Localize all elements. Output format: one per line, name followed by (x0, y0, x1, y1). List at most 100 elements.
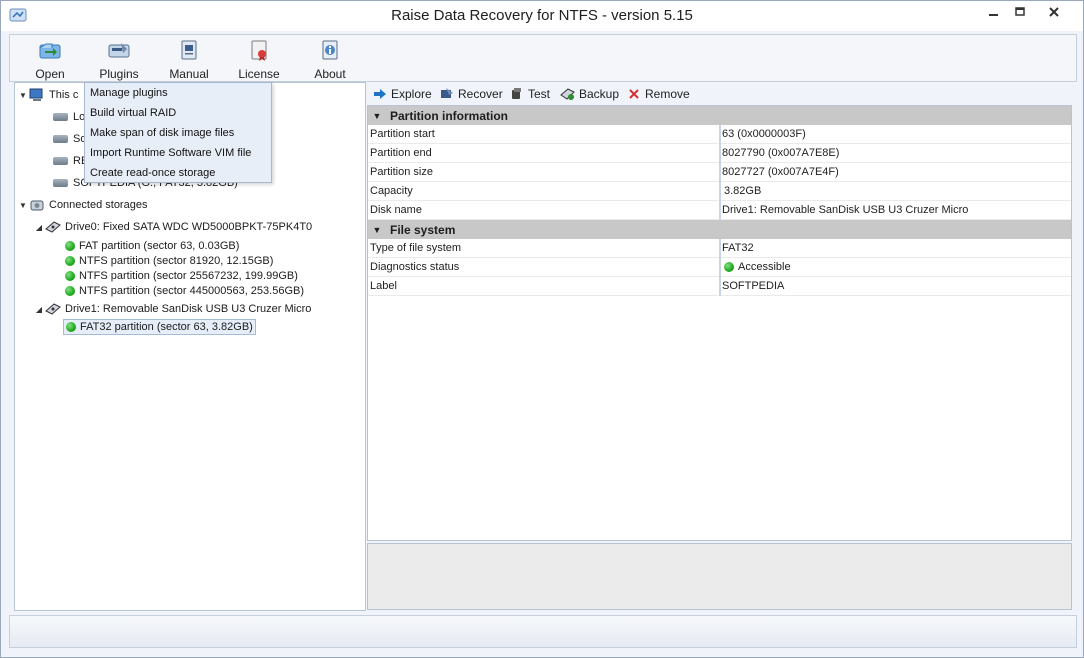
property-key: Label (370, 280, 397, 292)
plugins-button[interactable]: Plugins (88, 37, 150, 81)
status-ok-icon (65, 286, 75, 296)
backup-label: Backup (579, 87, 620, 101)
tree-node-drive1[interactable]: ◢ Drive1: Removable SanDisk USB U3 Cruze… (33, 301, 311, 317)
status-ok-icon (65, 241, 75, 251)
property-value: 8027790 (0x007A7E8E) (722, 147, 840, 159)
property-value: FAT32 (722, 242, 754, 254)
plugins-icon (107, 39, 131, 61)
partition-label: NTFS partition (sector 81920, 12.15GB) (79, 255, 274, 267)
title-bar: Raise Data Recovery for NTFS - version 5… (1, 1, 1083, 31)
recover-button[interactable]: Recover (439, 86, 503, 102)
tree-node-partition[interactable]: NTFS partition (sector 81920, 12.15GB) (65, 253, 273, 269)
tree-node-connected-storages[interactable]: ▼ Connected storages (17, 197, 147, 213)
property-row[interactable]: Label SOFTPEDIA (368, 277, 1071, 296)
open-label: Open (35, 67, 65, 81)
expand-arrow-icon[interactable]: ▼ (17, 91, 29, 100)
tree-node-local-3[interactable]: RE (53, 153, 88, 169)
remove-button[interactable]: Remove (626, 86, 690, 102)
property-key: Capacity (370, 185, 413, 197)
storages-icon (29, 198, 45, 212)
property-key: Diagnostics status (370, 261, 460, 273)
status-ok-icon (66, 322, 76, 332)
recover-icon (439, 87, 454, 101)
menu-item-create-read-once[interactable]: Create read-once storage (90, 164, 215, 182)
status-ok-icon (65, 271, 75, 281)
explore-label: Explore (391, 87, 432, 101)
this-computer-label: This c (49, 89, 79, 101)
hard-disk-icon (45, 302, 61, 316)
tree-node-local-2[interactable]: So (53, 131, 86, 147)
diagnostics-status-text: Accessible (738, 261, 791, 273)
property-row[interactable]: Type of file system FAT32 (368, 239, 1071, 258)
expand-arrow-icon[interactable]: ◢ (33, 223, 45, 232)
property-value: Drive1: Removable SanDisk USB U3 Cruzer … (722, 204, 969, 216)
property-key: Partition size (370, 166, 433, 178)
section-file-system[interactable]: ▼ File system (368, 220, 1071, 239)
tree-node-local-1[interactable]: Lo (53, 109, 85, 125)
property-row[interactable]: Diagnostics status Accessible (368, 258, 1071, 277)
section-partition-information[interactable]: ▼ Partition information (368, 106, 1071, 125)
manual-icon (177, 39, 201, 61)
app-window: Raise Data Recovery for NTFS - version 5… (0, 0, 1084, 658)
maximize-button[interactable] (1006, 1, 1034, 23)
partition-label: NTFS partition (sector 25567232, 199.99G… (79, 270, 298, 282)
open-button[interactable]: Open (19, 37, 81, 81)
property-row[interactable]: Partition end 8027790 (0x007A7E8E) (368, 144, 1071, 163)
property-row[interactable]: Disk name Drive1: Removable SanDisk USB … (368, 201, 1071, 220)
hard-disk-icon (45, 220, 61, 234)
status-ok-icon (724, 262, 734, 272)
backup-icon (560, 87, 575, 101)
tree-node-this-computer[interactable]: ▼ This c (17, 87, 78, 103)
menu-item-build-virtual-raid[interactable]: Build virtual RAID (90, 104, 176, 122)
tree-node-partition[interactable]: NTFS partition (sector 445000563, 253.56… (65, 283, 304, 299)
license-button[interactable]: License (228, 37, 290, 81)
close-button[interactable] (1031, 1, 1077, 23)
plugins-menu: Manage plugins Build virtual RAID Make s… (84, 82, 272, 183)
expand-arrow-icon[interactable]: ▼ (17, 201, 29, 210)
main-toolbar: Open Plugins Manual License About (9, 34, 1077, 82)
description-pane (367, 543, 1072, 610)
property-key: Disk name (370, 204, 422, 216)
manual-label: Manual (169, 67, 209, 81)
explore-button[interactable]: Explore (372, 86, 432, 102)
property-row[interactable]: Partition start 63 (0x0000003F) (368, 125, 1071, 144)
property-key: Type of file system (370, 242, 462, 254)
test-label: Test (528, 87, 551, 101)
tree-node-partition[interactable]: FAT partition (sector 63, 0.03GB) (65, 238, 239, 254)
collapse-arrow-icon[interactable]: ▼ (368, 111, 386, 121)
action-toolbar: Explore Recover Test Backup Remove (368, 84, 1076, 104)
about-button[interactable]: About (299, 37, 361, 81)
partition-label: NTFS partition (sector 445000563, 253.56… (79, 285, 305, 297)
drive1-label: Drive1: Removable SanDisk USB U3 Cruzer … (65, 303, 312, 315)
partition-label: FAT32 partition (sector 63, 3.82GB) (80, 321, 253, 333)
property-value: Accessible (722, 261, 791, 273)
tree-node-partition-selected[interactable]: FAT32 partition (sector 63, 3.82GB) (63, 319, 256, 335)
expand-arrow-icon[interactable]: ◢ (33, 305, 45, 314)
about-icon (318, 39, 342, 61)
drive-icon (53, 157, 68, 165)
drive-icon (53, 113, 68, 121)
manual-button[interactable]: Manual (158, 37, 220, 81)
tree-node-partition[interactable]: NTFS partition (sector 25567232, 199.99G… (65, 268, 298, 284)
menu-item-manage-plugins[interactable]: Manage plugins (90, 84, 168, 102)
collapse-arrow-icon[interactable]: ▼ (368, 225, 386, 235)
minimize-button[interactable] (980, 1, 1008, 23)
backup-button[interactable]: Backup (560, 86, 619, 102)
remove-label: Remove (645, 87, 690, 101)
section-title: File system (390, 222, 456, 237)
drive-icon (53, 135, 68, 143)
test-button[interactable]: Test (509, 86, 550, 102)
menu-item-import-vim[interactable]: Import Runtime Software VIM file (90, 144, 251, 162)
connected-storages-label: Connected storages (49, 199, 148, 211)
remove-x-icon (626, 87, 641, 101)
property-value: 8027727 (0x007A7E4F) (722, 166, 839, 178)
test-icon (509, 87, 524, 101)
property-key: Partition start (370, 128, 435, 140)
property-row[interactable]: Partition size 8027727 (0x007A7E4F) (368, 163, 1071, 182)
arrow-right-icon (372, 87, 387, 101)
property-value: 3.82GB (724, 185, 762, 197)
tree-node-drive0[interactable]: ◢ Drive0: Fixed SATA WDC WD5000BPKT-75PK… (33, 219, 312, 235)
recover-label: Recover (458, 87, 503, 101)
property-row[interactable]: Capacity 3.82GB (368, 182, 1071, 201)
menu-item-make-span[interactable]: Make span of disk image files (90, 124, 234, 142)
